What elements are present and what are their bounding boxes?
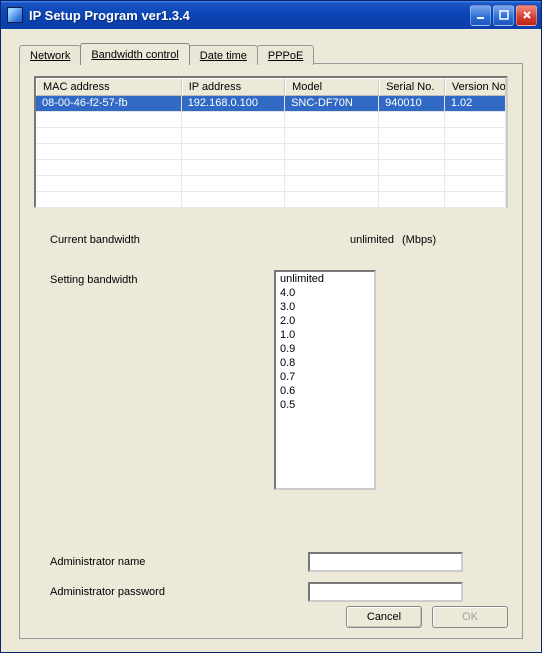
table-row[interactable]: [36, 176, 506, 192]
list-option[interactable]: 0.5: [276, 398, 374, 412]
cell-mac: 08-00-46-f2-57-fb: [36, 96, 182, 112]
table-row[interactable]: [36, 128, 506, 144]
cell-version: 1.02: [445, 96, 506, 112]
minimize-button[interactable]: [470, 5, 491, 26]
admin-password-label: Administrator password: [50, 586, 165, 598]
cell-model: SNC-DF70N: [285, 96, 379, 112]
app-window: IP Setup Program ver1.3.4 Network Bandwi…: [0, 0, 542, 653]
table-row[interactable]: 08-00-46-f2-57-fb 192.168.0.100 SNC-DF70…: [36, 96, 506, 112]
col-header-serial[interactable]: Serial No.: [379, 78, 445, 96]
tab-strip: Network Bandwidth control Date time PPPo…: [19, 43, 313, 65]
list-option[interactable]: unlimited: [276, 272, 374, 286]
cancel-button[interactable]: Cancel: [346, 606, 422, 628]
setting-bandwidth-label: Setting bandwidth: [50, 274, 137, 286]
current-bandwidth-label: Current bandwidth: [50, 234, 140, 246]
list-option[interactable]: 0.7: [276, 370, 374, 384]
window-title: IP Setup Program ver1.3.4: [29, 8, 470, 23]
table-row[interactable]: [36, 192, 506, 208]
list-option[interactable]: 1.0: [276, 328, 374, 342]
col-header-mac[interactable]: MAC address: [36, 78, 182, 96]
tab-date-time[interactable]: Date time: [189, 45, 258, 65]
maximize-button[interactable]: [493, 5, 514, 26]
ok-button: OK: [432, 606, 508, 628]
table-row[interactable]: [36, 112, 506, 128]
col-header-version[interactable]: Version No.: [445, 78, 506, 96]
list-option[interactable]: 2.0: [276, 314, 374, 328]
list-option[interactable]: 0.6: [276, 384, 374, 398]
col-header-model[interactable]: Model: [285, 78, 379, 96]
app-icon: [7, 7, 23, 23]
bandwidth-listbox[interactable]: unlimited 4.0 3.0 2.0 1.0 0.9 0.8 0.7 0.…: [274, 270, 376, 490]
table-header-row: MAC address IP address Model Serial No. …: [36, 78, 506, 96]
title-bar[interactable]: IP Setup Program ver1.3.4: [1, 1, 541, 29]
list-option[interactable]: 0.8: [276, 356, 374, 370]
cell-serial: 940010: [379, 96, 445, 112]
tab-network[interactable]: Network: [19, 45, 81, 65]
cell-ip: 192.168.0.100: [182, 96, 285, 112]
close-button[interactable]: [516, 5, 537, 26]
list-option[interactable]: 0.9: [276, 342, 374, 356]
list-option[interactable]: 3.0: [276, 300, 374, 314]
current-bandwidth-unit: (Mbps): [402, 234, 436, 246]
client-area: Network Bandwidth control Date time PPPo…: [4, 29, 538, 649]
list-option[interactable]: 4.0: [276, 286, 374, 300]
admin-password-input[interactable]: [308, 582, 463, 602]
col-header-ip[interactable]: IP address: [182, 78, 285, 96]
admin-name-input[interactable]: [308, 552, 463, 572]
admin-name-label: Administrator name: [50, 556, 145, 568]
device-table[interactable]: MAC address IP address Model Serial No. …: [34, 76, 508, 208]
table-row[interactable]: [36, 144, 506, 160]
tab-pppoe[interactable]: PPPoE: [257, 45, 314, 65]
current-bandwidth-value: unlimited: [350, 234, 394, 246]
tab-panel: MAC address IP address Model Serial No. …: [19, 63, 523, 639]
table-row[interactable]: [36, 160, 506, 176]
tab-bandwidth-control[interactable]: Bandwidth control: [80, 43, 189, 65]
